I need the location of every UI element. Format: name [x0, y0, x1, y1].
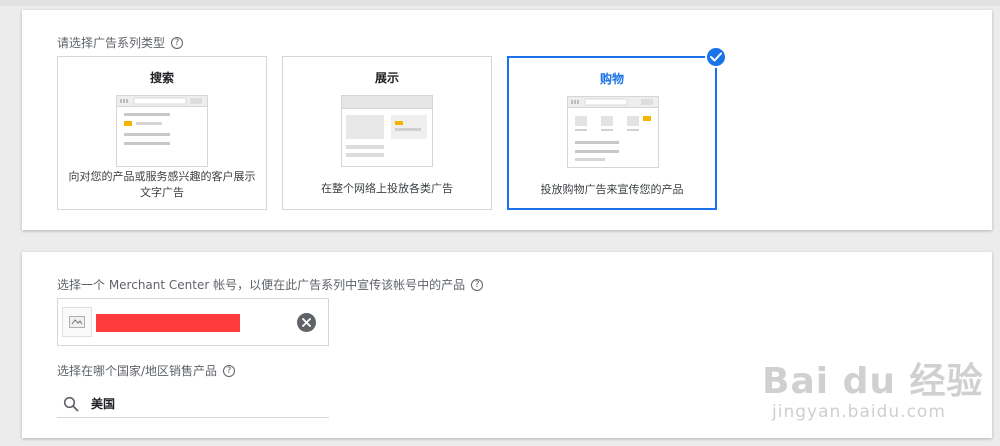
- country-label: 选择在哪个国家/地区销售产品 ?: [57, 362, 236, 379]
- search-ad-illustration-icon: [116, 95, 208, 167]
- card-title-shopping: 购物: [599, 72, 624, 86]
- top-strip: [0, 0, 1000, 6]
- campaign-type-label: 请选择广告系列类型 ?: [57, 34, 184, 51]
- card-description-display: 在整个网络上投放各类广告: [321, 182, 453, 195]
- merchant-thumbnail-icon: [62, 307, 92, 337]
- clear-account-button[interactable]: [297, 313, 316, 332]
- merchant-label-text: 选择一个 Merchant Center 帐号，以便在此广告系列中宣传该帐号中的…: [57, 278, 466, 292]
- campaign-type-panel: 请选择广告系列类型 ? 搜索 向对您的产品或服务感兴趣的客户展示文字广告 展示: [22, 10, 992, 230]
- help-icon[interactable]: ?: [171, 36, 184, 49]
- close-icon: [302, 318, 311, 327]
- card-title-search: 搜索: [149, 71, 174, 85]
- selected-check-icon: [705, 46, 727, 68]
- search-icon: [63, 396, 79, 411]
- display-ad-illustration-icon: [341, 95, 433, 167]
- merchant-label: 选择一个 Merchant Center 帐号，以便在此广告系列中宣传该帐号中的…: [57, 276, 484, 293]
- shopping-ad-illustration-icon: [567, 96, 659, 168]
- campaign-type-card-shopping[interactable]: 购物 投放购物广告来宣传您的产品: [507, 46, 727, 210]
- help-icon[interactable]: ?: [471, 278, 484, 291]
- merchant-account-chip[interactable]: [57, 298, 329, 346]
- country-label-text: 选择在哪个国家/地区销售产品: [57, 364, 218, 378]
- campaign-type-card-search[interactable]: 搜索 向对您的产品或服务感兴趣的客户展示文字广告: [57, 56, 267, 210]
- country-value: 美国: [91, 397, 116, 411]
- redacted-account-name: [96, 314, 240, 332]
- campaign-type-card-display[interactable]: 展示 在整个网络上投放各类广告: [282, 56, 492, 210]
- card-title-display: 展示: [374, 71, 399, 85]
- card-description-shopping: 投放购物广告来宣传您的产品: [540, 183, 684, 196]
- help-icon[interactable]: ?: [223, 364, 236, 377]
- campaign-type-label-text: 请选择广告系列类型: [57, 36, 166, 50]
- card-description-search: 向对您的产品或服务感兴趣的客户展示文字广告: [68, 170, 256, 199]
- country-search-input[interactable]: 美国: [57, 390, 329, 418]
- merchant-country-panel: 选择一个 Merchant Center 帐号，以便在此广告系列中宣传该帐号中的…: [22, 252, 992, 438]
